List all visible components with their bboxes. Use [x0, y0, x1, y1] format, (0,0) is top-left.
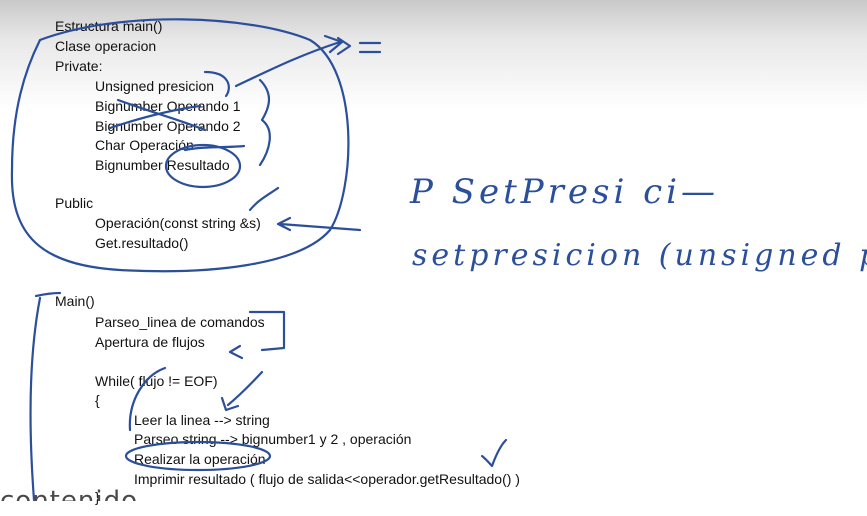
ink-arrow-apertura [228, 344, 244, 360]
ink-bracket-parseo [248, 310, 286, 352]
ink-circle-resultado [164, 143, 242, 189]
handwritten-setpresi: P SetPresi ci— [410, 172, 720, 212]
ink-top-main [34, 291, 62, 298]
ink-equals [358, 41, 382, 54]
ink-arrow-operacion [276, 216, 362, 232]
ink-arrow-leer [220, 370, 264, 412]
ink-arrow-presicion [234, 34, 344, 88]
ink-arrow-head-top [336, 36, 352, 56]
ink-cross-operando [108, 98, 207, 132]
ink-arc-while [128, 366, 167, 432]
ink-check-public [248, 186, 280, 212]
ink-bracket-main [29, 296, 42, 502]
handwritten-setpresicion: setpresicion (unsigned p) [412, 238, 867, 273]
ink-check-imprimir [480, 438, 508, 468]
ink-bracket-presicion [203, 70, 230, 98]
ink-brace-right [258, 78, 271, 167]
ink-circle-realizar [124, 440, 272, 472]
